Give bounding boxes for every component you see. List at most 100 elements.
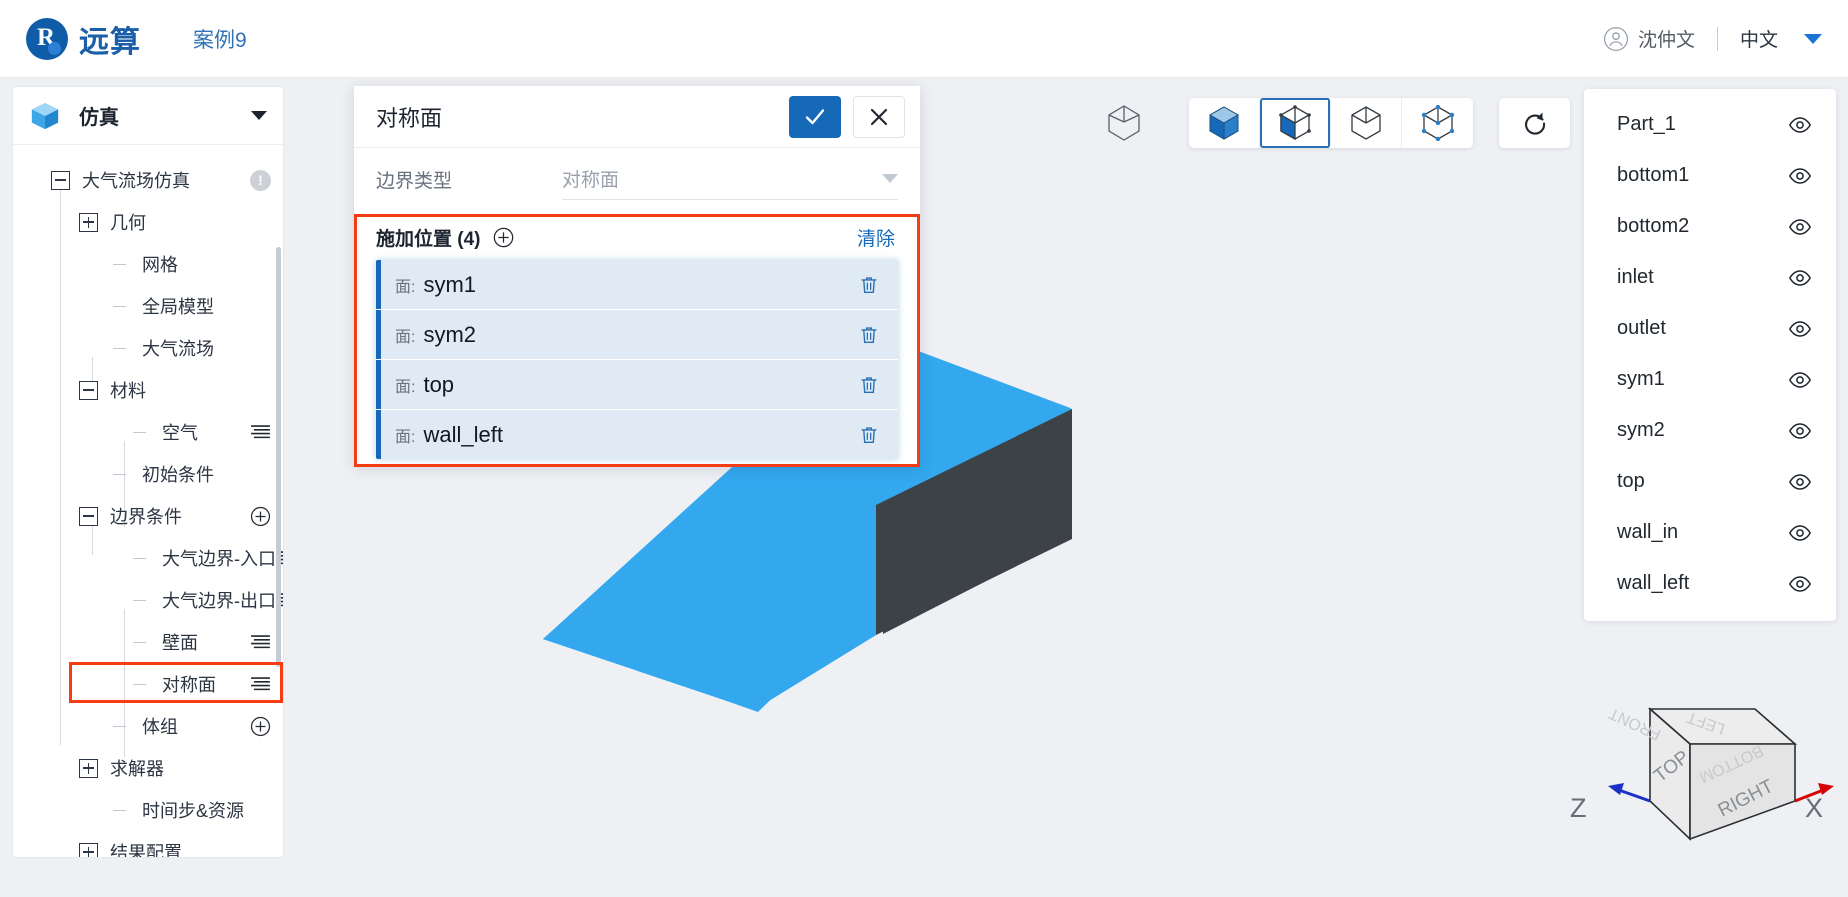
trash-icon[interactable] — [858, 374, 880, 396]
tree-item-3[interactable]: 全局模型 — [13, 285, 283, 327]
boundary-condition-dialog: 对称面 边界类型 对称面 施加位置 (4) 清除 面: sym1 面: sym2… — [354, 86, 920, 467]
part-row[interactable]: outlet — [1584, 303, 1836, 354]
axis-orientation-cube[interactable]: TOP RIGHT FRONT LEFT BOTTOM Z X — [1550, 689, 1840, 889]
solid-cube-icon[interactable] — [1189, 98, 1260, 148]
eye-icon[interactable] — [1788, 266, 1812, 290]
eye-icon[interactable] — [1788, 572, 1812, 596]
sidebar-header[interactable]: 仿真 — [13, 87, 283, 145]
picks-header: 施加位置 (4) 清除 — [354, 214, 920, 260]
boundary-type-label: 边界类型 — [376, 170, 453, 192]
part-row[interactable]: bottom1 — [1584, 150, 1836, 201]
tree-item-5[interactable]: 材料 — [13, 369, 283, 411]
eye-icon[interactable] — [1788, 113, 1812, 137]
chevron-down-icon[interactable] — [1804, 33, 1822, 44]
axis-label-x: X — [1805, 793, 1823, 823]
divider — [1716, 26, 1718, 51]
tree-item-13[interactable]: 体组 — [13, 705, 283, 747]
sidebar-scrollbar[interactable] — [276, 247, 281, 667]
edge-select-cube-icon[interactable] — [1331, 98, 1402, 148]
boundary-type-value: 对称面 — [562, 170, 620, 191]
pick-prefix: 面: — [395, 278, 416, 296]
part-row[interactable]: sym2 — [1584, 405, 1836, 456]
plus-circle-icon[interactable] — [250, 716, 271, 737]
part-row[interactable]: inlet — [1584, 252, 1836, 303]
eye-icon[interactable] — [1788, 419, 1812, 443]
trash-icon[interactable] — [858, 424, 880, 446]
chevron-down-icon[interactable] — [251, 111, 267, 120]
eye-icon[interactable] — [1788, 164, 1812, 188]
tree-item-label: 结果配置 — [110, 843, 182, 857]
case-title[interactable]: 案例9 — [193, 24, 247, 54]
eye-icon[interactable] — [1788, 470, 1812, 494]
list-menu-icon[interactable] — [250, 634, 271, 650]
tree-item-15[interactable]: 时间步&资源 — [13, 789, 283, 831]
tree-item-16[interactable]: 结果配置 — [13, 831, 283, 857]
pick-row[interactable]: 面: sym2 — [376, 310, 898, 359]
tree-item-6[interactable]: 空气 — [13, 411, 283, 453]
trash-icon[interactable] — [858, 274, 880, 296]
eye-icon[interactable] — [1788, 317, 1812, 341]
wireframe-cube-icon[interactable] — [1093, 93, 1155, 153]
plus-circle-icon[interactable] — [250, 506, 271, 527]
plus-circle-icon[interactable] — [493, 227, 514, 248]
cancel-button[interactable] — [853, 95, 905, 138]
tree-item-1[interactable]: 几何 — [13, 201, 283, 243]
list-menu-icon[interactable] — [250, 676, 271, 692]
list-menu-icon[interactable] — [250, 424, 271, 440]
expand-toggle-icon[interactable] — [79, 212, 98, 232]
trash-icon[interactable] — [858, 324, 880, 346]
part-row[interactable]: top — [1584, 456, 1836, 507]
tree-item-9[interactable]: 大气边界-入口 — [13, 537, 283, 579]
collapse-toggle-icon[interactable] — [51, 170, 70, 190]
tree-item-14[interactable]: 求解器 — [13, 747, 283, 789]
part-row[interactable]: Part_1 — [1584, 99, 1836, 150]
tree-item-4[interactable]: 大气流场 — [13, 327, 283, 369]
tree-branch-icon — [111, 297, 130, 316]
pick-row[interactable]: 面: wall_left — [376, 410, 898, 459]
collapse-toggle-icon[interactable] — [79, 380, 98, 400]
face-select-cube-icon[interactable] — [1260, 98, 1331, 148]
part-row[interactable]: bottom2 — [1584, 201, 1836, 252]
top-bar: R 远算 案例9 沈仲文 中文 — [0, 0, 1848, 78]
tree-item-label: 大气流场仿真 — [82, 171, 190, 191]
pick-row[interactable]: 面: sym1 — [376, 260, 898, 309]
part-row[interactable]: wall_left — [1584, 558, 1836, 609]
tree-item-label: 空气 — [162, 423, 198, 443]
pick-row[interactable]: 面: top — [376, 360, 898, 409]
brand[interactable]: R 远算 — [26, 17, 141, 61]
tree-item-12[interactable]: 对称面 — [13, 663, 283, 705]
language-label[interactable]: 中文 — [1740, 25, 1778, 52]
eye-icon[interactable] — [1788, 215, 1812, 239]
vertex-select-cube-icon[interactable] — [1402, 98, 1473, 148]
tree-branch-icon — [111, 717, 130, 736]
tree-item-10[interactable]: 大气边界-出口 — [13, 579, 283, 621]
eye-icon[interactable] — [1788, 368, 1812, 392]
user-menu[interactable]: 沈仲文 — [1603, 25, 1695, 52]
boundary-type-select[interactable]: 对称面 — [562, 158, 898, 200]
clear-picks-button[interactable]: 清除 — [857, 224, 895, 251]
tree-item-actions — [250, 506, 271, 527]
confirm-button[interactable] — [789, 95, 841, 138]
reset-view-icon[interactable] — [1499, 98, 1570, 148]
expand-toggle-icon[interactable] — [79, 758, 98, 778]
collapse-toggle-icon[interactable] — [79, 506, 98, 526]
warning-icon[interactable]: ! — [250, 169, 271, 191]
expand-toggle-icon[interactable] — [79, 842, 98, 857]
tree-item-0[interactable]: 大气流场仿真! — [13, 159, 283, 201]
tree-branch-icon — [131, 423, 150, 442]
pick-name: wall_left — [423, 421, 503, 447]
simulation-tree: 大气流场仿真! 几何 网格 全局模型 大气流场 材料 空气 初始条件 边界条件 大气边界-入口 大气… — [13, 145, 283, 857]
tree-item-8[interactable]: 边界条件 — [13, 495, 283, 537]
part-row[interactable]: sym1 — [1584, 354, 1836, 405]
eye-icon[interactable] — [1788, 521, 1812, 545]
tree-item-7[interactable]: 初始条件 — [13, 453, 283, 495]
picks-list: 面: sym1 面: sym2 面: top 面: wall_left — [376, 260, 898, 459]
apply-locations-section: 施加位置 (4) 清除 面: sym1 面: sym2 面: top 面: wall_left — [354, 214, 920, 467]
tree-item-11[interactable]: 壁面 — [13, 621, 283, 663]
tree-item-label: 体组 — [142, 717, 178, 737]
topbar-right: 沈仲文 中文 — [1603, 25, 1822, 52]
tree-branch-icon — [111, 465, 130, 484]
part-row[interactable]: wall_in — [1584, 507, 1836, 558]
axis-label-z: Z — [1570, 793, 1587, 823]
tree-item-2[interactable]: 网格 — [13, 243, 283, 285]
